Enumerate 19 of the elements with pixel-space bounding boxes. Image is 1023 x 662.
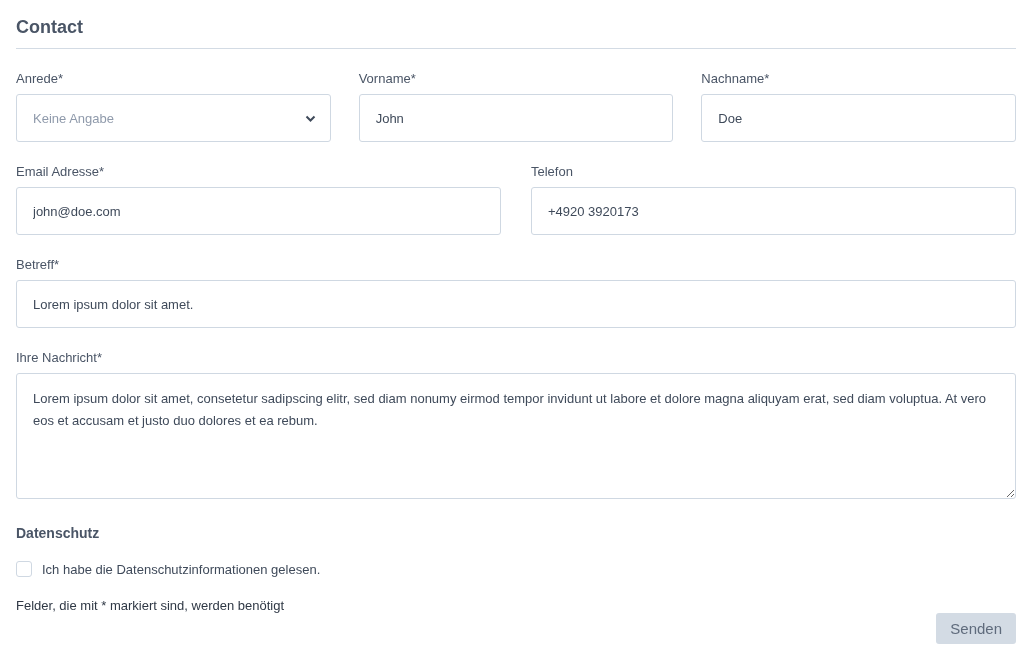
input-field[interactable]: +4920 3920173 <box>531 187 1016 235</box>
chevron-down-icon <box>304 114 316 122</box>
input-field[interactable]: john@doe.com <box>16 187 501 235</box>
checkbox[interactable] <box>16 561 32 577</box>
field-label: Telefon <box>531 164 574 180</box>
input-field[interactable]: John <box>358 94 674 142</box>
required-note: Felder, die mit * markiert sind, werden benötigt <box>16 598 286 613</box>
field-label: Ihre Nachricht* <box>16 350 103 366</box>
input-field[interactable]: Doe <box>701 94 1016 142</box>
input-field[interactable]: Lorem ipsum dolor sit amet. <box>16 280 1016 328</box>
section-heading: Datenschutz <box>16 525 101 541</box>
field-label: Anrede* <box>16 71 64 87</box>
field-label: Vorname* <box>358 71 417 87</box>
form-title: Contact <box>16 0 1016 49</box>
field-label: Email Adresse* <box>16 164 106 180</box>
field-label: Nachname* <box>701 71 771 87</box>
field-label: Betreff* <box>16 257 61 273</box>
checkbox-label[interactable]: Ich habe die Datenschutzinformationen gelesen. <box>42 561 321 577</box>
message-field[interactable]: Lorem ipsum dolor sit amet, consetetur sadipscing elitr, sed diam nonumy eirmod tempor invidunt ut labore et dolore magna aliquyam erat, sed diam voluptua. At vero eos et accusam et justo duo dolores et ea rebum. <box>16 373 1016 499</box>
